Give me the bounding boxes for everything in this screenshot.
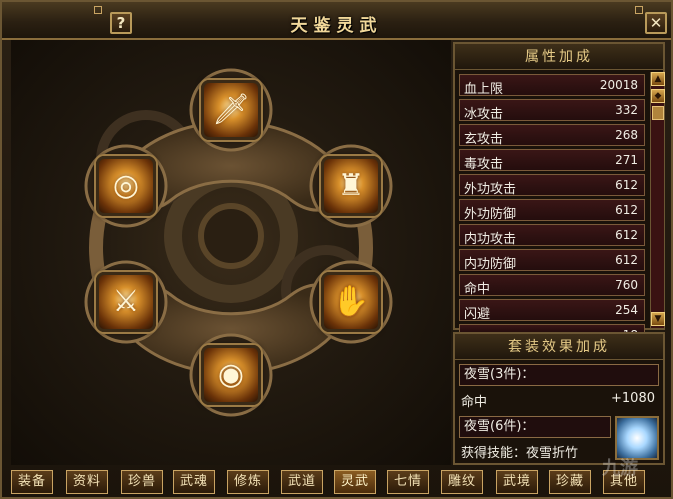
attribute-name: 毒攻击 bbox=[464, 157, 504, 172]
attribute-row: 命中 760 bbox=[459, 274, 645, 297]
tab-11[interactable]: 珍藏 bbox=[549, 470, 591, 494]
tab-1[interactable]: 装备 bbox=[11, 470, 53, 494]
attribute-scrollbar[interactable]: ▲ ◆ ▼ bbox=[650, 72, 665, 328]
attribute-value: 268 bbox=[615, 128, 638, 142]
equip-slot-upper-left[interactable]: ◎ bbox=[96, 156, 156, 216]
attribute-name: 玄攻击 bbox=[464, 132, 504, 147]
set-3-piece-name: 夜雪(3件)： bbox=[459, 364, 659, 386]
set-6-skill-text: 获得技能：夜雪折竹 bbox=[461, 446, 579, 461]
sword-icon: ⚔ bbox=[112, 284, 140, 319]
tab-3[interactable]: 珍兽 bbox=[121, 470, 163, 494]
attribute-value: 271 bbox=[615, 153, 638, 167]
set-3-stat-value: +1080 bbox=[611, 391, 655, 406]
equip-slot-top[interactable]: 🗡 bbox=[201, 80, 261, 140]
gauntlet-icon: ✋ bbox=[332, 284, 370, 319]
attribute-bonus-header: 属性加成 bbox=[455, 44, 663, 70]
attribute-name: 血上限 bbox=[464, 82, 504, 97]
attribute-name: 外功防御 bbox=[464, 207, 517, 222]
attribute-row: 血上限 20018 bbox=[459, 74, 645, 97]
attribute-value: 332 bbox=[615, 103, 638, 117]
tab-9[interactable]: 雕纹 bbox=[441, 470, 483, 494]
set-3-stat-name: 命中 bbox=[461, 395, 488, 410]
attribute-row: 冰攻击 332 bbox=[459, 99, 645, 122]
equip-slot-upper-right[interactable]: ♜ bbox=[321, 156, 381, 216]
attribute-value: 20018 bbox=[599, 78, 638, 92]
attribute-name: 外功攻击 bbox=[464, 182, 517, 197]
attribute-row: 玄攻击 268 bbox=[459, 124, 645, 147]
equip-slot-lower-right[interactable]: ✋ bbox=[321, 272, 381, 332]
close-button[interactable]: ✕ bbox=[645, 12, 667, 34]
attribute-name: 闪避 bbox=[464, 307, 491, 322]
attribute-bonus-panel: 属性加成 血上限 20018 冰攻击 332 玄攻击 268 毒攻击 271 外功攻击 612 外功… bbox=[453, 42, 665, 333]
scroll-top-icon[interactable]: ◆ bbox=[651, 89, 665, 103]
tab-7[interactable]: 灵武 bbox=[334, 470, 376, 494]
attribute-value: 612 bbox=[615, 253, 638, 267]
attribute-row: 毒攻击 271 bbox=[459, 149, 645, 172]
attribute-row: 外功防御 612 bbox=[459, 199, 645, 222]
scroll-up-icon[interactable]: ▲ bbox=[651, 72, 665, 86]
equip-slot-lower-left[interactable]: ⚔ bbox=[96, 272, 156, 332]
title-bar[interactable]: ? 天鉴灵武 ✕ bbox=[2, 2, 671, 40]
attribute-name: 内功防御 bbox=[464, 257, 517, 272]
equipment-display: 🗡 ◎ ♜ ⚔ ✋ ◉ bbox=[11, 40, 451, 465]
gear-hub bbox=[198, 203, 264, 269]
attribute-row: 闪避 254 bbox=[459, 299, 645, 322]
scroll-down-icon[interactable]: ▼ bbox=[651, 312, 665, 326]
attribute-row: 内功攻击 612 bbox=[459, 224, 645, 247]
tab-6[interactable]: 武道 bbox=[281, 470, 323, 494]
scroll-thumb[interactable] bbox=[652, 106, 664, 120]
equip-slot-bottom[interactable]: ◉ bbox=[201, 345, 261, 405]
attribute-value: 612 bbox=[615, 178, 638, 192]
watermark: 九游 bbox=[602, 458, 638, 479]
attribute-value: 760 bbox=[615, 278, 638, 292]
attribute-value: 612 bbox=[615, 203, 638, 217]
tab-4[interactable]: 武魂 bbox=[173, 470, 215, 494]
tab-10[interactable]: 武境 bbox=[496, 470, 538, 494]
tianjian-lingwu-window: ? 天鉴灵武 ✕ 🗡 ◎ ♜ ⚔ ✋ ◉ 属性加成 血上限 20018 冰攻击 … bbox=[0, 0, 673, 499]
tab-2[interactable]: 资料 bbox=[66, 470, 108, 494]
window-title: 天鉴灵武 bbox=[290, 16, 383, 36]
attribute-name: 冰攻击 bbox=[464, 107, 504, 122]
bracelet-icon: ◎ bbox=[112, 168, 140, 203]
attribute-value: 612 bbox=[615, 228, 638, 242]
attribute-row: 外功攻击 612 bbox=[459, 174, 645, 197]
attribute-value: 254 bbox=[615, 303, 638, 317]
bottom-tab-bar: 装备 资料 珍兽 武魂 修炼 武道 灵武 七情 雕纹 武境 珍藏 其他 bbox=[11, 468, 671, 496]
tab-5[interactable]: 修炼 bbox=[227, 470, 269, 494]
attribute-name: 命中 bbox=[464, 282, 491, 297]
armor-icon: ♜ bbox=[337, 168, 365, 203]
set-bonus-header: 套装效果加成 bbox=[455, 334, 663, 360]
tab-8[interactable]: 七情 bbox=[387, 470, 429, 494]
dagger-icon: 🗡 bbox=[211, 92, 251, 127]
attribute-name: 内功攻击 bbox=[464, 232, 517, 247]
belt-icon: ◉ bbox=[217, 357, 245, 392]
attribute-row: 内功防御 612 bbox=[459, 249, 645, 272]
set-6-piece-name: 夜雪(6件)： bbox=[459, 416, 611, 438]
set-bonus-panel: 套装效果加成 夜雪(3件)： 命中 +1080 夜雪(6件)： 获得技能：夜雪折… bbox=[453, 332, 665, 465]
